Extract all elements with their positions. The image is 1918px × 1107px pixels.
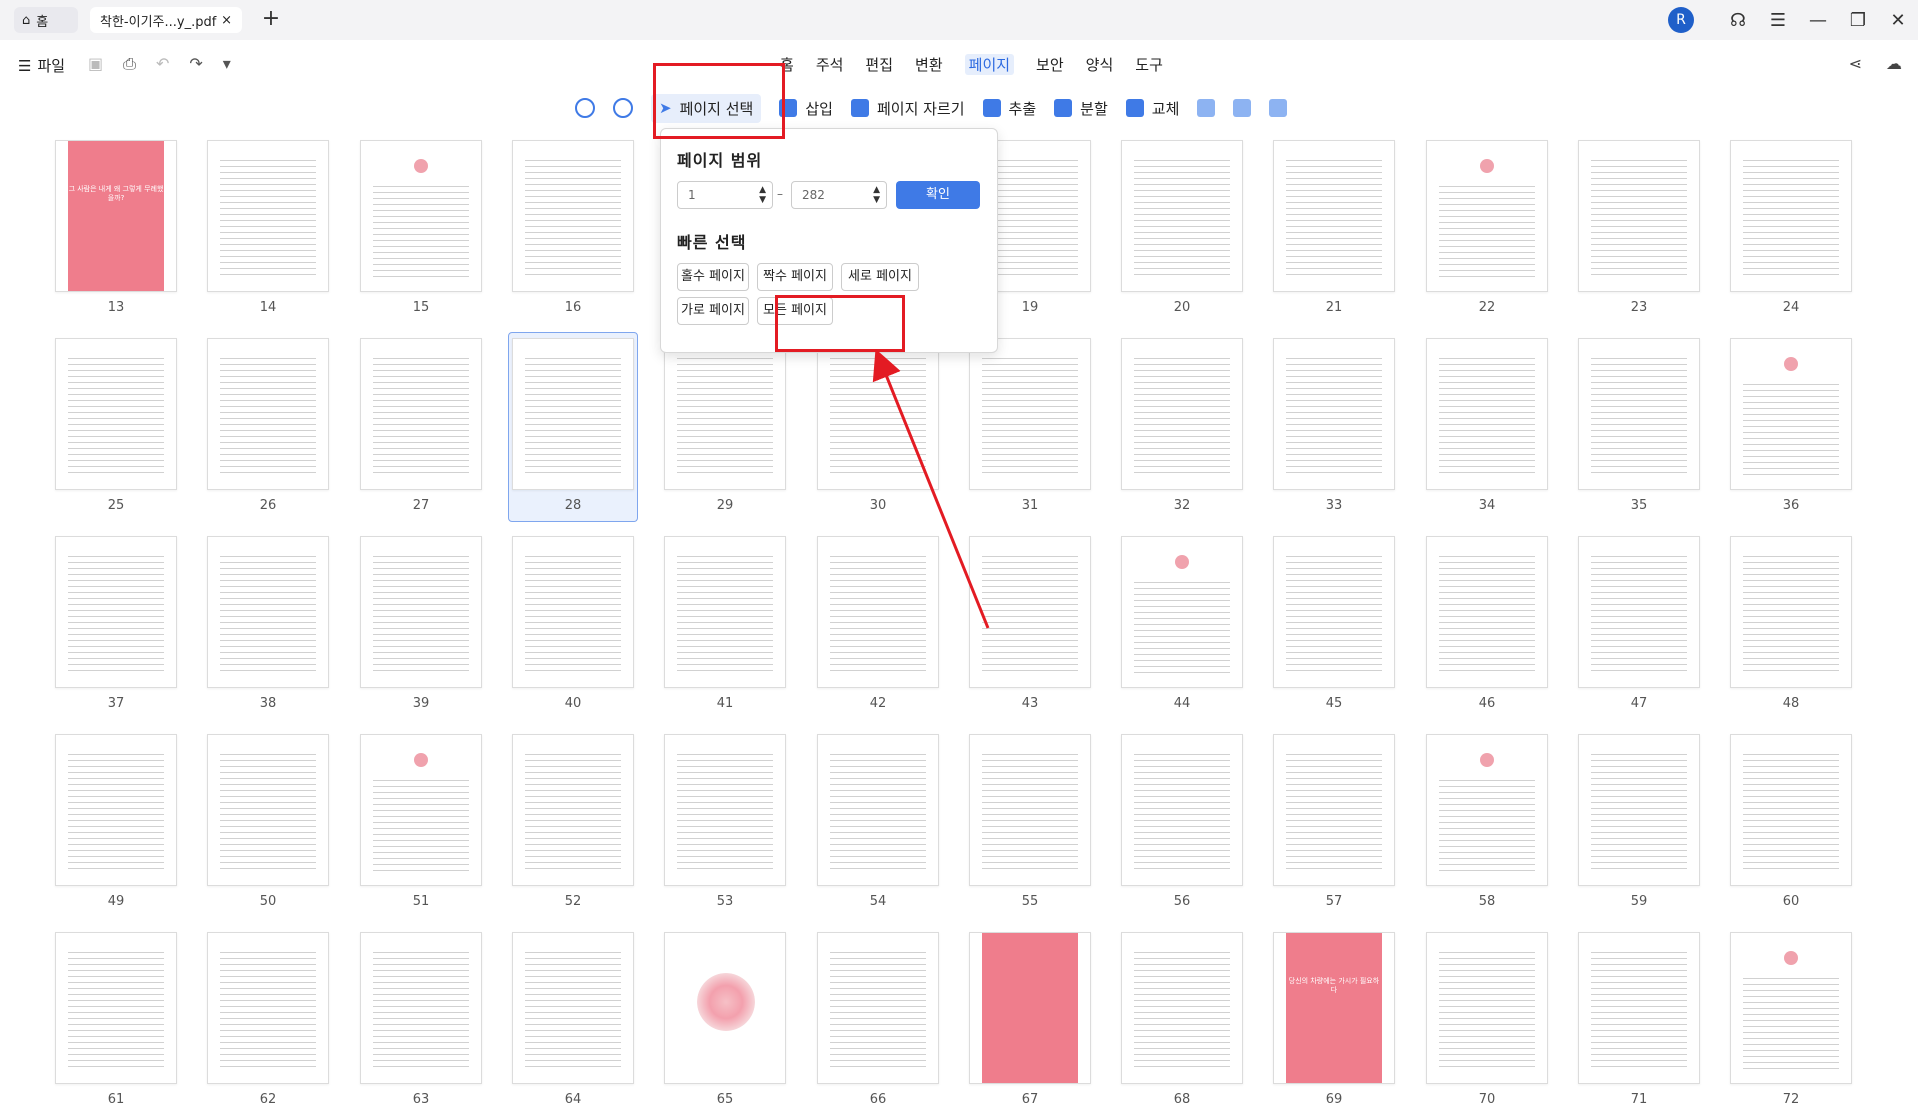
page-number: 72 [1782,1092,1800,1107]
page-number: 67 [1021,1092,1039,1107]
page-number: 61 [107,1092,125,1107]
page-number: 68 [1173,1092,1191,1107]
page-number: 62 [259,1092,277,1107]
page-number: 66 [869,1092,887,1107]
annotation-arrow [872,348,990,629]
page-number: 71 [1630,1092,1648,1107]
page-number: 70 [1478,1092,1496,1107]
page-number: 64 [564,1092,582,1107]
page-number: 63 [412,1092,430,1107]
page-number: 65 [716,1092,734,1107]
page-number: 69 [1325,1092,1343,1107]
